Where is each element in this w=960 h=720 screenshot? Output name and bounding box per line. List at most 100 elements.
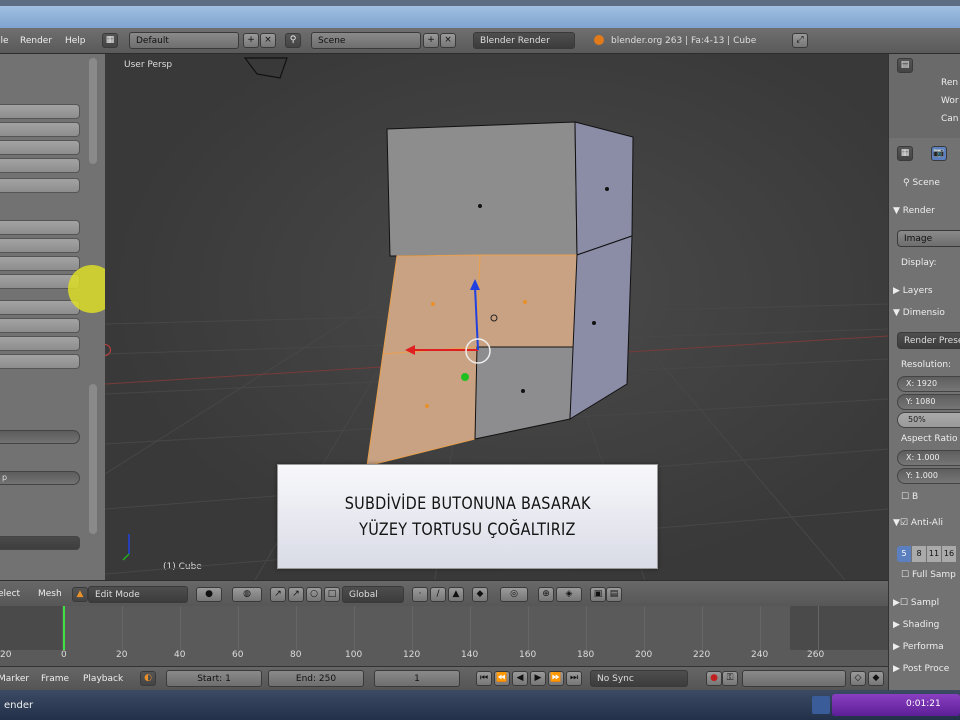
antialias-section-header[interactable]: ▼☑ Anti-Ali	[893, 518, 943, 528]
tool-button[interactable]	[0, 256, 80, 271]
resolution-y-field[interactable]: Y: 1080	[897, 394, 960, 410]
render-image-button[interactable]: Image	[897, 230, 960, 247]
resolution-x-field[interactable]: X: 1920	[897, 376, 960, 392]
aa-sample-5[interactable]: 5	[897, 546, 911, 562]
layout-remove-icon[interactable]: ×	[260, 33, 276, 48]
full-sample-checkbox[interactable]: ☐ Full Samp	[901, 570, 956, 580]
menu-mesh[interactable]: Mesh	[38, 589, 62, 599]
aa-sample-11[interactable]: 11	[927, 546, 941, 562]
mode-select[interactable]: Edit Mode	[88, 586, 188, 603]
prev-key-icon[interactable]: ⏪	[494, 671, 510, 686]
menu-select[interactable]: elect	[0, 589, 20, 599]
translate-icon[interactable]: ↗	[288, 587, 304, 602]
menu-frame[interactable]: Frame	[41, 674, 69, 684]
scene-icon[interactable]: ⚲	[285, 33, 301, 48]
layers-section-header[interactable]: ▶ Layers	[893, 286, 933, 296]
current-frame-marker[interactable]	[63, 606, 65, 650]
tool-button[interactable]	[0, 318, 80, 333]
taskbar-app-label[interactable]: ender	[4, 700, 33, 711]
scene-add-icon[interactable]: +	[423, 33, 439, 48]
border-checkbox[interactable]: ☐ B	[901, 492, 918, 502]
render-opengl-icon[interactable]: ▣	[590, 587, 606, 602]
jump-start-icon[interactable]: ⏮	[476, 671, 492, 686]
tool-button[interactable]	[0, 158, 80, 173]
shelf-scrollbar[interactable]	[89, 384, 97, 534]
y-axis-handle[interactable]	[461, 373, 469, 381]
outliner-item[interactable]: Can	[941, 114, 959, 124]
operator-select[interactable]	[0, 536, 80, 550]
scene-remove-icon[interactable]: ×	[440, 33, 456, 48]
tool-button[interactable]	[0, 300, 80, 315]
viewport-shading-select[interactable]: ●	[196, 587, 222, 602]
operator-slider[interactable]	[0, 430, 80, 444]
tool-button[interactable]	[0, 122, 80, 137]
tool-button[interactable]	[0, 220, 80, 235]
media-player-bar[interactable]: 0:01:21	[832, 694, 960, 716]
sync-mode-select[interactable]: No Sync	[590, 670, 688, 687]
pivot-select[interactable]: ◍	[232, 587, 262, 602]
shading-section-header[interactable]: ▶ Shading	[893, 620, 939, 630]
selected-face[interactable]	[476, 254, 578, 348]
snap-element-select[interactable]: ◈	[556, 587, 582, 602]
tool-button[interactable]	[0, 104, 80, 119]
scale-icon[interactable]: □	[324, 587, 340, 602]
edge-select-icon[interactable]: /	[430, 587, 446, 602]
tool-button[interactable]	[0, 140, 80, 155]
menu-help[interactable]: Help	[65, 36, 86, 46]
next-key-icon[interactable]: ⏩	[548, 671, 564, 686]
aspect-x-field[interactable]: X: 1.000	[897, 450, 960, 466]
layout-add-icon[interactable]: +	[243, 33, 259, 48]
outliner-item[interactable]: Ren	[941, 78, 958, 88]
proportional-edit-select[interactable]: ◎	[500, 587, 528, 602]
keying-set-field[interactable]	[742, 670, 846, 687]
record-icon[interactable]: ●	[706, 671, 722, 686]
screen-layout-icon[interactable]: ▦	[102, 33, 118, 48]
performance-section-header[interactable]: ▶ Performa	[893, 642, 944, 652]
menu-render[interactable]: Render	[20, 36, 52, 46]
scene-field[interactable]: Scene	[311, 32, 421, 49]
dimensions-section-header[interactable]: ▼ Dimensio	[893, 308, 945, 318]
snap-icon[interactable]: ⊕	[538, 587, 554, 602]
start-frame-field[interactable]: Start: 1	[166, 670, 262, 687]
shelf-scrollbar[interactable]	[89, 58, 97, 164]
tool-button[interactable]	[0, 238, 80, 253]
render-presets-select[interactable]: Render Prese	[897, 332, 960, 349]
jump-end-icon[interactable]: ⏭	[566, 671, 582, 686]
keying-set-icon[interactable]: ⚿	[722, 671, 738, 686]
tool-button[interactable]	[0, 336, 80, 351]
aa-sample-8[interactable]: 8	[912, 546, 926, 562]
vertex-select-icon[interactable]: ·	[412, 587, 428, 602]
manipulator-toggle-icon[interactable]: ↗	[270, 587, 286, 602]
face-select-icon[interactable]: ▲	[448, 587, 464, 602]
selected-face[interactable]	[366, 346, 478, 467]
end-frame-field[interactable]: End: 250	[268, 670, 364, 687]
render-anim-icon[interactable]: ▤	[606, 587, 622, 602]
mode-icon[interactable]: ▲	[72, 587, 88, 602]
play-reverse-icon[interactable]: ◀	[512, 671, 528, 686]
fullscreen-icon[interactable]: ⤢	[792, 33, 808, 48]
outliner-item[interactable]: Wor	[941, 96, 959, 106]
preview-range-icon[interactable]: ◐	[140, 671, 156, 686]
render-engine-select[interactable]: Blender Render	[473, 32, 575, 49]
menu-marker[interactable]: Marker	[0, 674, 29, 684]
insert-keyframe-icon[interactable]: ◇	[850, 671, 866, 686]
current-frame-field[interactable]: 1	[374, 670, 460, 687]
taskbar-icon[interactable]	[812, 696, 830, 714]
post-processing-section-header[interactable]: ▶ Post Proce	[893, 664, 949, 674]
tool-button[interactable]	[0, 178, 80, 193]
delete-keyframe-icon[interactable]: ◆	[868, 671, 884, 686]
layout-field[interactable]: Default	[129, 32, 239, 49]
menu-file[interactable]: ile	[0, 36, 9, 46]
operator-slider[interactable]: p	[0, 471, 80, 485]
tool-button[interactable]	[0, 354, 80, 369]
outliner-icon[interactable]: ▤	[897, 58, 913, 73]
play-icon[interactable]: ▶	[530, 671, 546, 686]
limit-selection-icon[interactable]: ◆	[472, 587, 488, 602]
properties-editor-icon[interactable]: ▦	[897, 146, 913, 161]
aspect-y-field[interactable]: Y: 1.000	[897, 468, 960, 484]
orientation-select[interactable]: Global	[342, 586, 404, 603]
sampled-motion-section-header[interactable]: ▶☐ Sampl	[893, 598, 939, 608]
menu-playback[interactable]: Playback	[83, 674, 123, 684]
render-tab-icon[interactable]: 📷	[931, 146, 947, 161]
aa-sample-16[interactable]: 16	[942, 546, 956, 562]
